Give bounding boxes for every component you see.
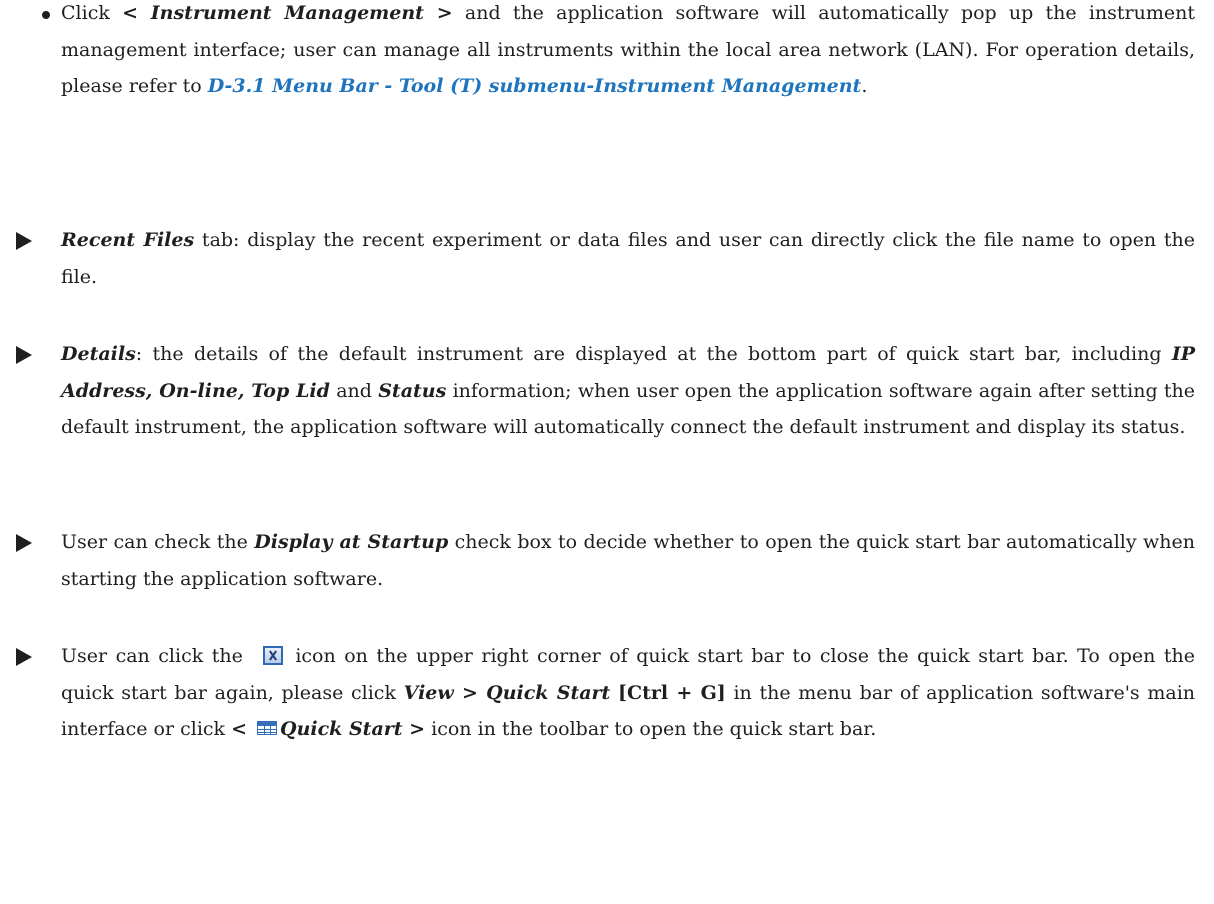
triangle-bullet-icon [16,346,32,364]
details-term: Details [61,343,136,365]
status-term: Status [378,379,447,402]
text-segment: < [231,718,248,740]
triangle-bullet-icon [16,534,32,552]
text-segment: User can check the [61,531,255,553]
recent-files-term: Recent Files [61,229,195,251]
cross-reference-link[interactable]: D-3.1 Menu Bar - Tool (T) submenu-Instru… [208,75,862,97]
text-segment: . [861,75,868,97]
text-segment: and [329,379,379,402]
text-segment: tab: display the recent experiment or da… [61,229,1196,288]
grid-table-icon [257,721,278,735]
display-at-startup-term: Display at Startup [254,531,449,553]
text-segment [610,682,618,704]
triangle-bullet-icon [16,232,32,250]
text-segment: icon in the toolbar to open the quick st… [425,718,877,740]
paragraph-close-quick-start: User can click the icon on the upper rig… [61,638,1195,748]
text-segment: : the details of the default instrument … [135,343,1172,365]
shortcut-ctrl-g: [Ctrl + G] [618,681,726,704]
view-quick-start-term: View > Quick Start [403,681,611,704]
quick-start-term: Quick Start > [280,718,426,740]
paragraph-details: Details: the details of the default inst… [61,336,1195,446]
text-segment: User can click the [61,645,252,667]
paragraph-instrument-management: Click < Instrument Management > and the … [61,0,1195,105]
manual-page: Click < Instrument Management > and the … [0,0,1214,904]
instrument-management-term: < Instrument Management > [122,2,453,24]
triangle-bullet-icon [16,648,32,666]
text-segment: Click [61,2,123,24]
paragraph-recent-files: Recent Files tab: display the recent exp… [61,222,1195,295]
close-box-icon [263,646,284,665]
paragraph-display-at-startup: User can check the Display at Startup ch… [61,524,1195,597]
bullet-dot-icon [42,11,50,19]
